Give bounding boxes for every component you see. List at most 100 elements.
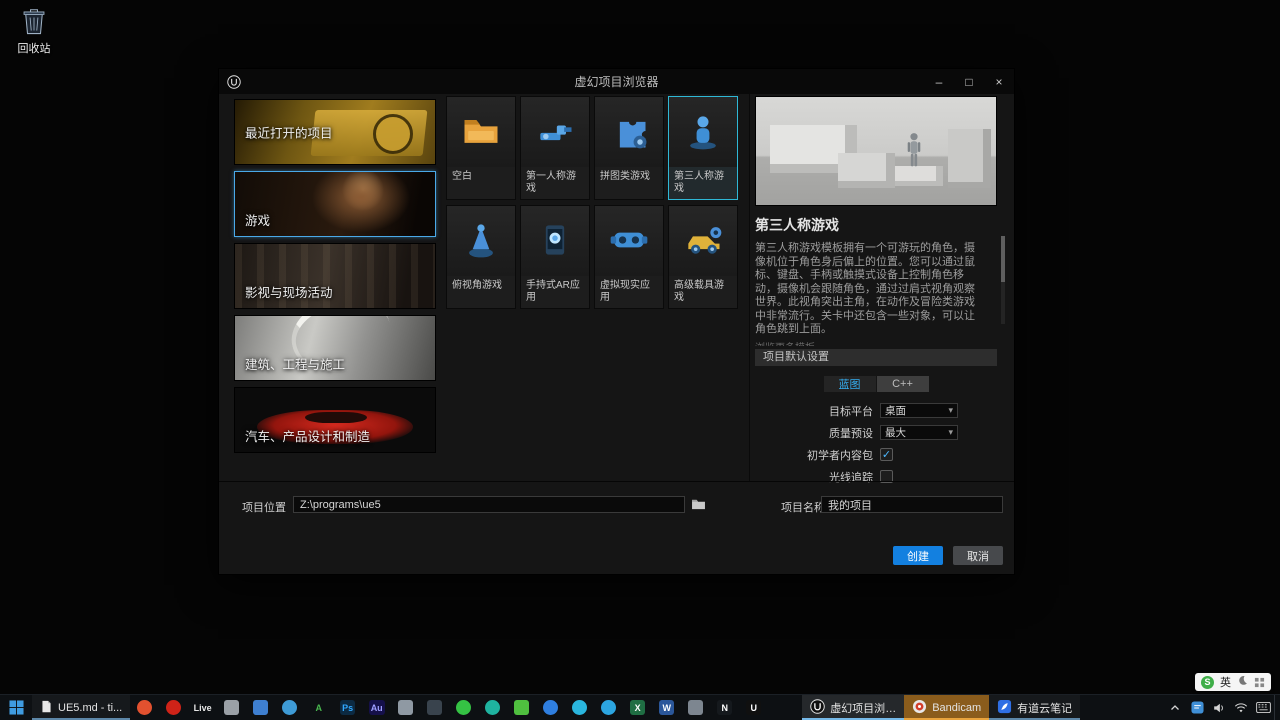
photos-app-icon[interactable] bbox=[391, 695, 420, 720]
template-label: 手持式AR应用 bbox=[526, 280, 580, 303]
starter-content-label: 初学者内容包 bbox=[807, 449, 873, 462]
excel-icon[interactable]: X bbox=[623, 695, 652, 720]
task-label: 虚幻项目浏览... bbox=[830, 702, 897, 715]
photoshop-icon[interactable]: Ps bbox=[333, 695, 362, 720]
blue-circle-app-icon bbox=[282, 700, 298, 715]
category-label: 最近打开的项目 bbox=[245, 126, 333, 141]
template-card-4[interactable]: 俯视角游戏 bbox=[446, 205, 516, 309]
dark-tool-app-icon[interactable] bbox=[420, 695, 449, 720]
blue-circle-app-icon[interactable] bbox=[275, 695, 304, 720]
target-platform-dropdown[interactable]: 桌面 ▾ bbox=[880, 403, 958, 418]
template-label: 拼图类游戏 bbox=[600, 171, 650, 182]
telegram-icon[interactable] bbox=[594, 695, 623, 720]
network-icon[interactable] bbox=[1230, 695, 1252, 720]
task-bandicam[interactable]: Bandicam bbox=[904, 695, 990, 720]
browser-icon[interactable] bbox=[130, 695, 159, 720]
ime-logo-icon[interactable]: S bbox=[1201, 675, 1214, 689]
youdao-note-icon bbox=[997, 699, 1012, 717]
start-button[interactable] bbox=[0, 695, 32, 720]
target-platform-label: 目标平台 bbox=[829, 405, 873, 418]
template-card-2[interactable]: 拼图类游戏 bbox=[594, 96, 664, 200]
task-youdao-note[interactable]: 有道云笔记 bbox=[989, 695, 1081, 720]
wechat-icon[interactable] bbox=[449, 695, 478, 720]
teal-circle-app-icon[interactable] bbox=[478, 695, 507, 720]
vehicle-icon bbox=[681, 218, 725, 265]
photoshop-icon: Ps bbox=[340, 700, 356, 715]
template-grid: 空白 第一人称游戏 拼图类游戏 第三人称游戏俯视角游戏 手持式AR应用 虚拟现实应用 高级载… bbox=[446, 96, 746, 309]
volume-icon[interactable] bbox=[1208, 695, 1230, 720]
ime-toolbar[interactable]: S 英 bbox=[1195, 673, 1271, 691]
window-title: 虚幻项目浏览器 bbox=[574, 75, 659, 89]
live-app-icon[interactable]: Live bbox=[188, 695, 217, 720]
bandicam-icon bbox=[912, 699, 927, 717]
grey-window-app-icon bbox=[688, 700, 704, 715]
ime-keyboard-icon[interactable] bbox=[1252, 695, 1274, 720]
description-scrollbar[interactable] bbox=[1001, 236, 1005, 324]
category-item-3[interactable]: 建筑、工程与施工 bbox=[234, 315, 436, 381]
quality-preset-dropdown[interactable]: 最大 ▾ bbox=[880, 425, 958, 440]
chat-tray-icon[interactable] bbox=[1186, 695, 1208, 720]
ime-language-indicator[interactable]: 英 bbox=[1220, 674, 1231, 690]
taskbar: UE5.md - ti... Live A Ps Au XW NU 虚幻项目浏览... Ba… bbox=[0, 694, 1280, 720]
ime-toolbox-icon[interactable] bbox=[1254, 677, 1265, 688]
template-card-1[interactable]: 第一人称游戏 bbox=[520, 96, 590, 200]
cpp-button[interactable]: C++ bbox=[876, 375, 929, 392]
unreal-pinned-icon[interactable]: U bbox=[739, 695, 768, 720]
cancel-button[interactable]: 取消 bbox=[953, 546, 1003, 565]
blank-folder-icon bbox=[459, 109, 503, 156]
document-icon bbox=[40, 700, 53, 716]
moon-icon[interactable] bbox=[1237, 675, 1248, 689]
close-button[interactable]: × bbox=[984, 69, 1014, 94]
taskbar-tasks: 虚幻项目浏览... Bandicam 有道云笔记 bbox=[802, 695, 1081, 720]
hidden-icons-chevron[interactable] bbox=[1164, 695, 1186, 720]
recycle-bin[interactable]: 回收站 bbox=[10, 6, 58, 56]
system-tray bbox=[1164, 695, 1280, 720]
red-circle-app-icon[interactable] bbox=[159, 695, 188, 720]
show-desktop-button[interactable] bbox=[1274, 695, 1280, 720]
green-square-app-icon[interactable] bbox=[507, 695, 536, 720]
telegram-icon bbox=[601, 700, 617, 715]
notion-icon[interactable]: N bbox=[710, 695, 739, 720]
create-button[interactable]: 创建 bbox=[893, 546, 943, 565]
category-item-2[interactable]: 影视与现场活动 bbox=[234, 243, 436, 309]
template-card-3[interactable]: 第三人称游戏 bbox=[668, 96, 738, 200]
puzzle-icon bbox=[607, 109, 651, 156]
task-label: Bandicam bbox=[932, 701, 982, 714]
template-card-6[interactable]: 虚拟现实应用 bbox=[594, 205, 664, 309]
green-square-app-icon bbox=[514, 700, 530, 715]
target-platform-value: 桌面 bbox=[885, 405, 906, 417]
project-name-input[interactable] bbox=[821, 496, 1003, 513]
desktop: { "colors": { "accent_blue": "#35aef0", … bbox=[0, 0, 1280, 720]
audition-icon[interactable]: Au bbox=[362, 695, 391, 720]
titlebar[interactable]: 虚幻项目浏览器 – □ × bbox=[219, 69, 1014, 94]
template-card-5[interactable]: 手持式AR应用 bbox=[520, 205, 590, 309]
grey-window-app-icon[interactable] bbox=[681, 695, 710, 720]
green-a-app-icon[interactable]: A bbox=[304, 695, 333, 720]
cyan-circle-app-icon bbox=[572, 700, 588, 715]
virtual-reality-icon bbox=[607, 218, 651, 265]
word-icon[interactable]: W bbox=[652, 695, 681, 720]
category-item-1[interactable]: 游戏 bbox=[234, 171, 436, 237]
category-item-4[interactable]: 汽车、产品设计和制造 bbox=[234, 387, 436, 453]
cyan-circle-app-icon[interactable] bbox=[565, 695, 594, 720]
blue-square-app-icon[interactable] bbox=[246, 695, 275, 720]
project-browser-window: 虚幻项目浏览器 – □ × 最近打开的项目游戏 影视与现场活动 建筑、工程与施工 汽车… bbox=[218, 68, 1015, 575]
task-ue5-md[interactable]: UE5.md - ti... bbox=[32, 695, 131, 720]
template-card-7[interactable]: 高级载具游戏 bbox=[668, 205, 738, 309]
category-item-0[interactable]: 最近打开的项目 bbox=[234, 99, 436, 165]
starter-content-checkbox[interactable]: ✓ bbox=[880, 448, 893, 461]
minimize-button[interactable]: – bbox=[924, 69, 954, 94]
template-card-0[interactable]: 空白 bbox=[446, 96, 516, 200]
maximize-button[interactable]: □ bbox=[954, 69, 984, 94]
browse-folder-button[interactable] bbox=[691, 498, 706, 513]
project-location-input[interactable] bbox=[293, 496, 685, 513]
camera-app-icon[interactable] bbox=[217, 695, 246, 720]
blue-round-app-icon[interactable] bbox=[536, 695, 565, 720]
top-down-icon bbox=[459, 218, 503, 265]
scrollbar-thumb[interactable] bbox=[1001, 236, 1005, 282]
template-label: 第一人称游戏 bbox=[526, 171, 576, 194]
blueprint-button[interactable]: 蓝图 bbox=[823, 375, 876, 392]
camera-app-icon bbox=[224, 700, 240, 715]
window-main: 最近打开的项目游戏 影视与现场活动 建筑、工程与施工 汽车、产品设计和制造 空白 第一人… bbox=[219, 94, 1014, 484]
task-unreal-project-browser[interactable]: 虚幻项目浏览... bbox=[802, 695, 905, 720]
